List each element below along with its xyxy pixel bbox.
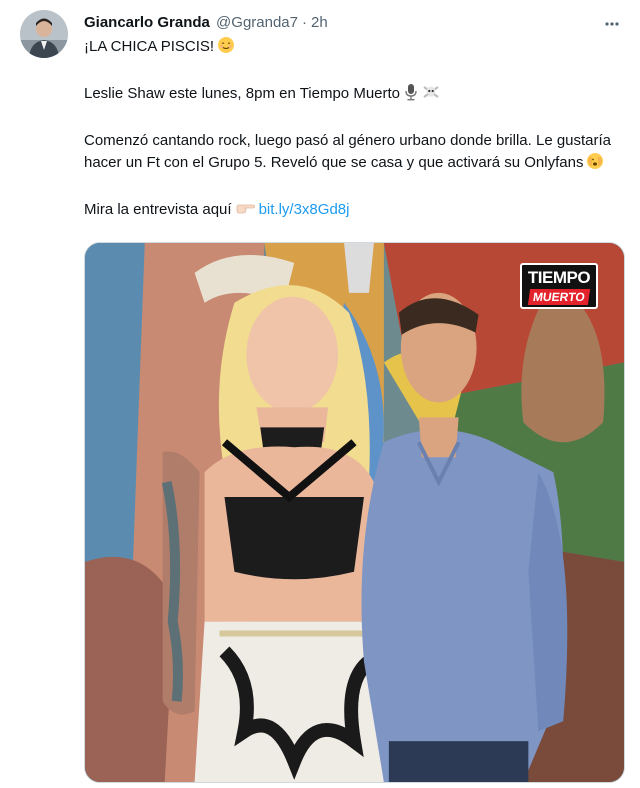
tweet-line-2-text: Leslie Shaw este lunes, 8pm en Tiempo Mu…: [84, 85, 401, 102]
tweet-line-3: Comenzó cantando rock, luego pasó al gén…: [84, 130, 614, 177]
tweet-line-1-text: ¡LA CHICA PISCIS!: [84, 38, 215, 55]
tweet-line-1: ¡LA CHICA PISCIS!: [84, 36, 614, 61]
tweet-line-4-text: Mira la entrevista aquí: [84, 201, 232, 218]
photo-leslie-shaw-interview: [85, 243, 624, 782]
logo-line-2: MUERTO: [527, 289, 591, 305]
tweet: Giancarlo Granda @Ggranda7 · 2h ¡LA CHICA …: [0, 0, 640, 788]
tweet-line-4: Mira la entrevista aquí bit.ly/3x8Gd8j: [84, 199, 614, 224]
separator-dot: ·: [302, 14, 307, 31]
microphone-icon: [403, 83, 419, 108]
entrevista-link[interactable]: bit.ly/3x8Gd8j: [259, 201, 350, 218]
tweet-timestamp[interactable]: 2h: [311, 14, 328, 31]
tweet-header: Giancarlo Granda @Ggranda7 · 2h: [84, 13, 328, 33]
tweet-photo[interactable]: TIEMPO MUERTO: [84, 242, 625, 783]
logo-line-1: TIEMPO: [527, 268, 591, 287]
avatar[interactable]: [20, 10, 68, 58]
tweet-line-2: Leslie Shaw este lunes, 8pm en Tiempo Mu…: [84, 83, 614, 108]
more-horizontal-icon: [605, 22, 619, 26]
tweet-text: ¡LA CHICA PISCIS! Leslie Shaw este lunes…: [84, 36, 614, 224]
tiempo-muerto-logo: TIEMPO MUERTO: [520, 263, 598, 309]
more-options-button[interactable]: [598, 10, 626, 38]
tweet-line-3-text: Comenzó cantando rock, luego pasó al gén…: [84, 132, 612, 171]
author-name[interactable]: Giancarlo Granda: [84, 14, 210, 31]
skull-crossbones-icon: [422, 83, 440, 108]
pointing-right-hand-icon: [235, 201, 255, 224]
relieved-face-icon: [217, 36, 235, 61]
author-handle[interactable]: @Ggranda7: [216, 14, 298, 31]
face-peeking-eye-icon: [586, 152, 604, 177]
